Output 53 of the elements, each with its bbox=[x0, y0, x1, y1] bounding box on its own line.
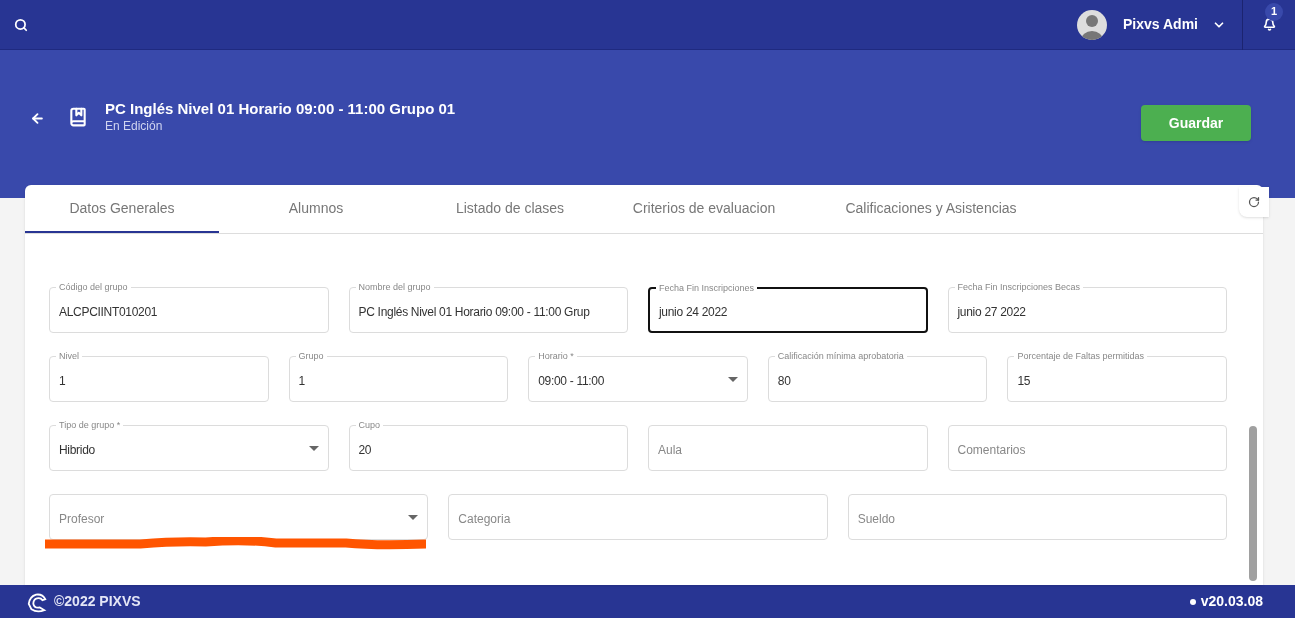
field-label: Porcentaje de Faltas permitidas bbox=[1014, 350, 1147, 362]
field-value: Hibrido bbox=[59, 441, 95, 459]
field-value: PC Inglés Nivel 01 Horario 09:00 - 11:00 Grup bbox=[358, 303, 590, 321]
field-placeholder: Aula bbox=[658, 441, 683, 459]
field-value: 20 bbox=[358, 441, 372, 459]
field-label: Cupo bbox=[355, 419, 383, 431]
field-value: 09:00 - 11:00 bbox=[538, 372, 605, 390]
page-subtitle: En Edición bbox=[105, 118, 164, 134]
book-icon bbox=[68, 107, 88, 127]
field-value: 15 bbox=[1017, 372, 1031, 390]
refresh-icon bbox=[1248, 196, 1260, 208]
field-placeholder: Comentarios bbox=[957, 441, 1026, 459]
field-value: ALCPCIINT010201 bbox=[59, 303, 158, 321]
field-label: Nivel bbox=[56, 350, 82, 362]
field-label: Fecha Fin Inscripciones Becas bbox=[954, 281, 1084, 293]
select-field[interactable]: Profesor bbox=[49, 494, 429, 540]
field-placeholder: Categoria bbox=[458, 510, 511, 528]
input-field[interactable]: Aula bbox=[648, 425, 928, 471]
field-value: junio 24 2022 bbox=[659, 303, 728, 321]
version-text: v20.03.08 bbox=[1200, 592, 1263, 611]
search-icon[interactable] bbox=[14, 17, 28, 32]
tab[interactable]: Listado de clases bbox=[413, 185, 607, 233]
notification-bell-icon[interactable] bbox=[1262, 18, 1276, 31]
field-placeholder: Sueldo bbox=[857, 510, 896, 528]
dropdown-caret-icon bbox=[308, 445, 319, 451]
field-label: Tipo de grupo * bbox=[56, 419, 124, 431]
tab[interactable]: Alumnos bbox=[219, 185, 413, 233]
field-label: Grupo bbox=[295, 350, 327, 362]
page-title: PC Inglés Nivel 01 Horario 09:00 - 11:00 Grupo 01 bbox=[105, 100, 456, 118]
tab[interactable]: Calificaciones y Asistencias bbox=[801, 185, 1061, 233]
tab[interactable]: Criterios de evaluacion bbox=[607, 185, 801, 233]
tab[interactable]: Datos Generales bbox=[25, 185, 219, 233]
field-value: 1 bbox=[298, 372, 305, 390]
field-label: Código del grupo bbox=[56, 281, 131, 293]
field-label: Nombre del grupo bbox=[355, 281, 434, 293]
field-value: junio 27 2022 bbox=[957, 303, 1026, 321]
avatar-icon[interactable] bbox=[1077, 9, 1108, 40]
field-value: 80 bbox=[777, 372, 791, 390]
dropdown-caret-icon bbox=[727, 376, 738, 382]
field-label: Fecha Fin Inscripciones bbox=[656, 282, 758, 294]
notification-badge: 1 bbox=[1265, 2, 1283, 21]
copyright-text: ©2022 PIXVS bbox=[54, 592, 141, 611]
input-field[interactable]: Comentarios bbox=[947, 425, 1227, 471]
field-value: 1 bbox=[59, 372, 66, 390]
dropdown-caret-icon bbox=[408, 514, 419, 520]
field-label: Calificación mínima aprobatoria bbox=[774, 350, 907, 362]
input-field[interactable]: Sueldo bbox=[847, 494, 1227, 540]
refresh-button[interactable] bbox=[1239, 187, 1269, 217]
user-name[interactable]: Pixvs Admi bbox=[1123, 14, 1198, 35]
scrollbar[interactable] bbox=[1249, 426, 1257, 581]
field-placeholder: Profesor bbox=[59, 510, 105, 528]
field-label: Horario * bbox=[535, 350, 577, 362]
input-field[interactable]: Categoria bbox=[448, 494, 828, 540]
